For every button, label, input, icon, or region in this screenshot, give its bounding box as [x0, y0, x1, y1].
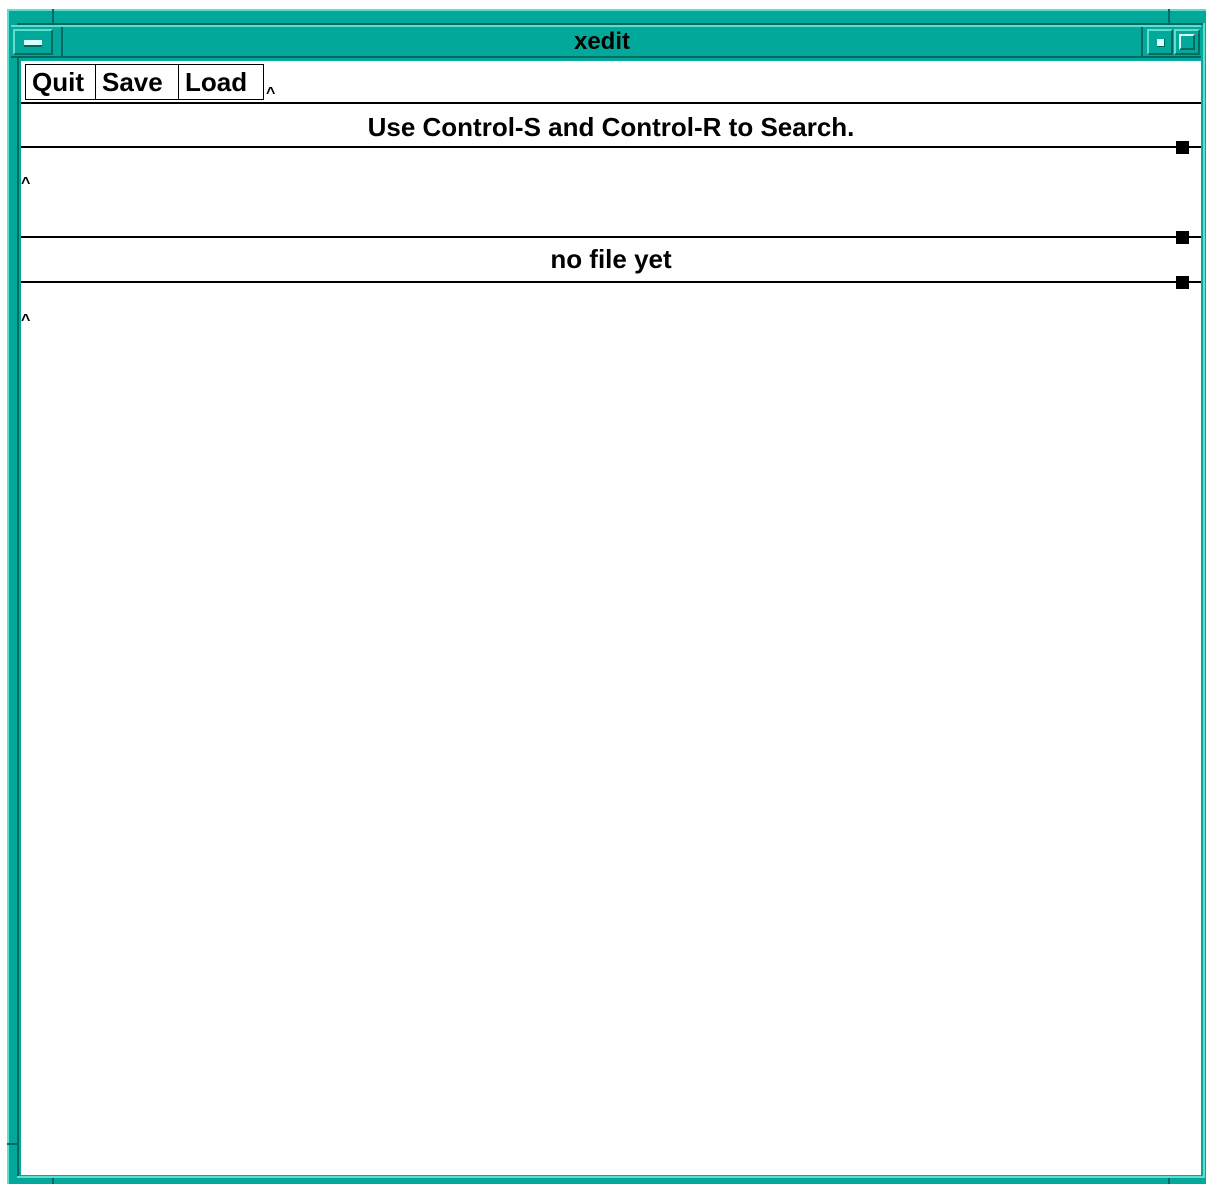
file-label: no file yet	[550, 244, 672, 274]
resize-tick-top-right	[1168, 9, 1170, 23]
load-button[interactable]: Load	[178, 64, 264, 100]
maximize-icon	[1179, 34, 1195, 50]
edit-caret: ^	[21, 312, 31, 329]
frame-inner-bottom	[17, 1176, 1205, 1178]
window-menu-button[interactable]	[13, 29, 53, 55]
maximize-button[interactable]	[1174, 29, 1200, 55]
resize-tick-bottom-right	[1168, 1178, 1170, 1184]
window-menu-icon	[24, 40, 42, 47]
save-button[interactable]: Save	[95, 64, 179, 100]
edit-text-pane[interactable]: ^	[21, 283, 1201, 1175]
quit-button[interactable]: Quit	[25, 64, 96, 100]
message-caret: ^	[21, 175, 31, 192]
resize-tick-bottom-left-2	[52, 1178, 54, 1184]
command-button-box: Quit Save Load ^	[21, 61, 1201, 104]
filename-caret: ^	[266, 85, 276, 102]
title-bar[interactable]: xedit	[11, 25, 1201, 58]
frame-inner-right	[1203, 23, 1205, 1178]
frame-inner-left	[17, 23, 19, 1178]
frame-highlight-left	[7, 9, 9, 1184]
resize-tick-bottom-left	[7, 1143, 19, 1145]
minimize-button[interactable]	[1147, 29, 1173, 55]
message-text-pane[interactable]: ^	[21, 148, 1201, 236]
frame-highlight-top	[7, 9, 1206, 11]
message-label: Use Control-S and Control-R to Search.	[367, 112, 855, 142]
window-title: xedit	[61, 27, 1143, 56]
minimize-icon	[1157, 39, 1165, 47]
xedit-client: Quit Save Load ^ Use Control-S and Contr…	[21, 61, 1201, 1175]
resize-tick-top-left	[52, 9, 54, 23]
message-pane-divider	[21, 236, 1201, 238]
desktop: { "window": { "title": "xedit", "frame_c…	[0, 0, 1206, 1184]
filename-input[interactable]: ^	[266, 64, 1201, 102]
